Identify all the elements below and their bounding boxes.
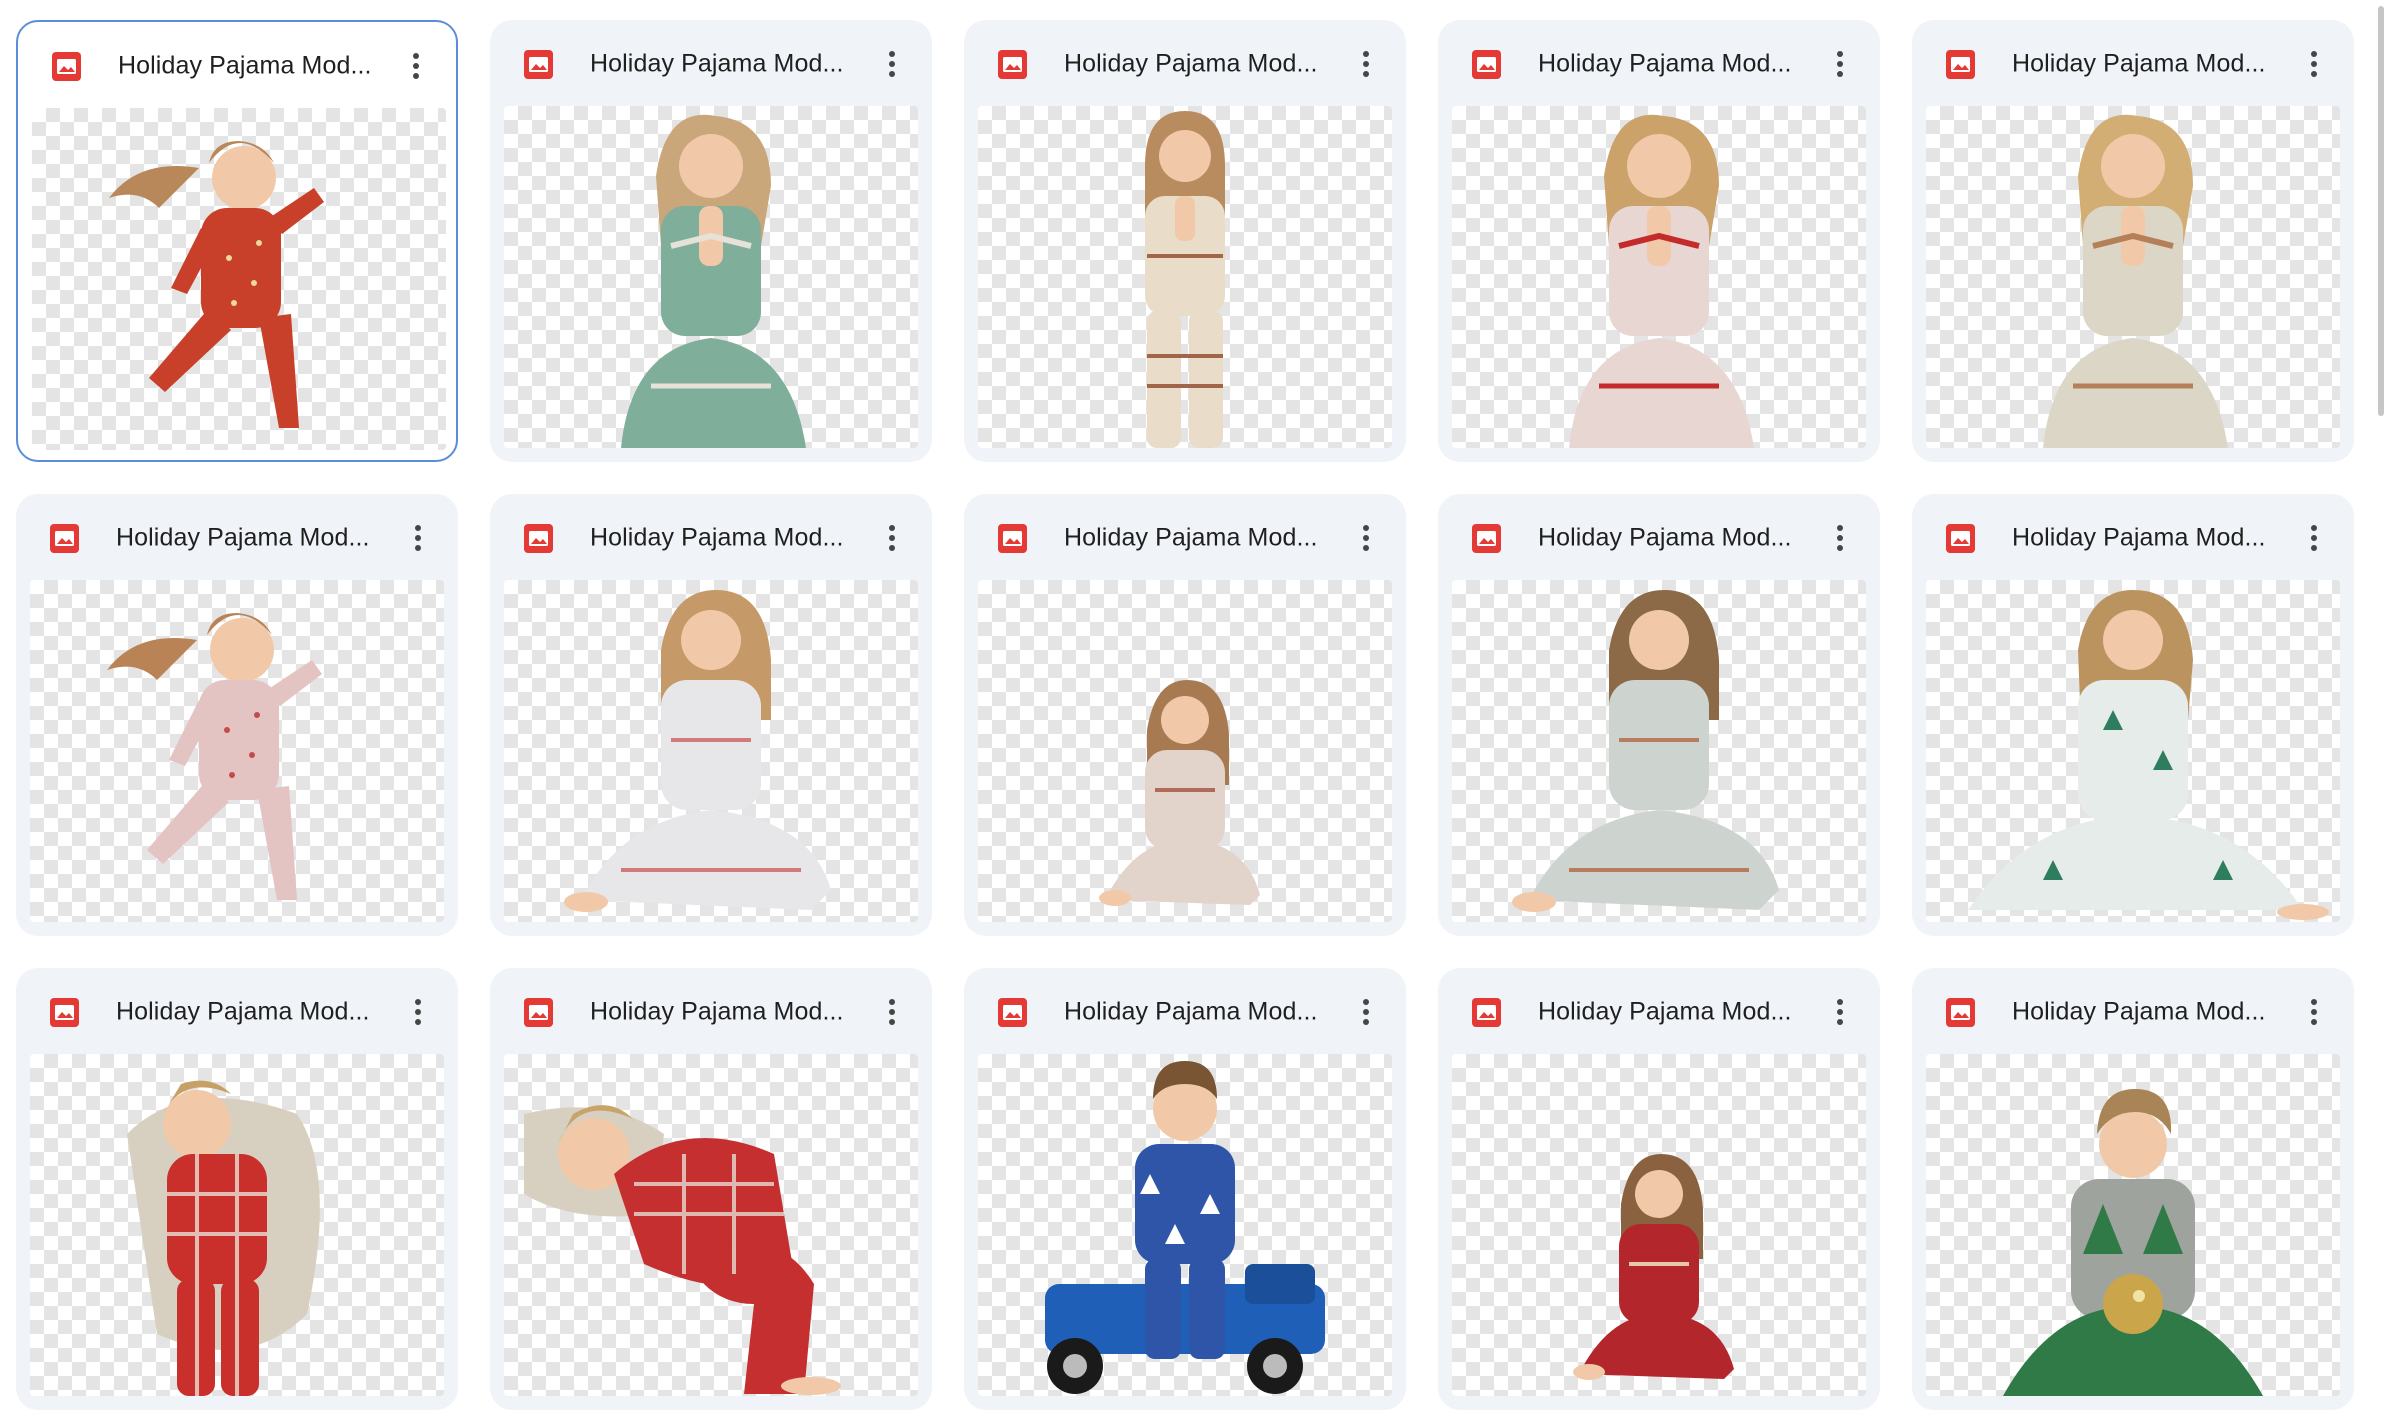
file-name: Holiday Pajama Mod... bbox=[116, 523, 370, 552]
file-name: Holiday Pajama Mod... bbox=[1064, 49, 1318, 78]
more-vert-icon[interactable] bbox=[870, 516, 914, 560]
image-thumbnail[interactable] bbox=[978, 580, 1392, 922]
more-vert-icon[interactable] bbox=[870, 42, 914, 86]
image-file-icon bbox=[998, 998, 1027, 1027]
file-card[interactable]: Holiday Pajama Mod... bbox=[490, 968, 932, 1410]
file-name: Holiday Pajama Mod... bbox=[590, 523, 844, 552]
image-thumbnail[interactable] bbox=[1452, 1054, 1866, 1396]
more-vert-icon[interactable] bbox=[1818, 990, 1862, 1034]
file-name: Holiday Pajama Mod... bbox=[1064, 523, 1318, 552]
more-vert-icon[interactable] bbox=[1818, 42, 1862, 86]
image-file-icon bbox=[524, 524, 553, 553]
file-card-header[interactable]: Holiday Pajama Mod... bbox=[490, 968, 932, 1054]
image-file-icon bbox=[50, 524, 79, 553]
file-card[interactable]: Holiday Pajama Mod... bbox=[490, 20, 932, 462]
file-card-header[interactable]: Holiday Pajama Mod... bbox=[1438, 494, 1880, 580]
file-name: Holiday Pajama Mod... bbox=[1538, 523, 1792, 552]
image-file-icon bbox=[1472, 50, 1501, 79]
file-name: Holiday Pajama Mod... bbox=[116, 997, 370, 1026]
file-name: Holiday Pajama Mod... bbox=[1538, 49, 1792, 78]
file-name: Holiday Pajama Mod... bbox=[2012, 49, 2266, 78]
file-card[interactable]: Holiday Pajama Mod... bbox=[1912, 494, 2354, 936]
image-file-icon bbox=[1946, 524, 1975, 553]
image-thumbnail[interactable] bbox=[1926, 1054, 2340, 1396]
image-thumbnail[interactable] bbox=[32, 108, 446, 450]
more-vert-icon[interactable] bbox=[396, 990, 440, 1034]
image-file-icon bbox=[52, 52, 81, 81]
file-name: Holiday Pajama Mod... bbox=[2012, 997, 2266, 1026]
file-card[interactable]: Holiday Pajama Mod... bbox=[1438, 494, 1880, 936]
more-vert-icon[interactable] bbox=[1344, 990, 1388, 1034]
file-card-header[interactable]: Holiday Pajama Mod... bbox=[1912, 968, 2354, 1054]
file-card-header[interactable]: Holiday Pajama Mod... bbox=[964, 494, 1406, 580]
file-card[interactable]: Holiday Pajama Mod... bbox=[1912, 20, 2354, 462]
image-file-icon bbox=[50, 998, 79, 1027]
file-card[interactable]: Holiday Pajama Mod... bbox=[964, 968, 1406, 1410]
vertical-scrollbar[interactable] bbox=[2374, 0, 2386, 1428]
file-card[interactable]: Holiday Pajama Mod... bbox=[1912, 968, 2354, 1410]
file-card-header[interactable]: Holiday Pajama Mod... bbox=[16, 494, 458, 580]
more-vert-icon[interactable] bbox=[394, 44, 438, 88]
file-card[interactable]: Holiday Pajama Mod... bbox=[490, 494, 932, 936]
image-file-icon bbox=[524, 50, 553, 79]
image-file-icon bbox=[998, 50, 1027, 79]
file-name: Holiday Pajama Mod... bbox=[2012, 523, 2266, 552]
more-vert-icon[interactable] bbox=[396, 516, 440, 560]
image-file-icon bbox=[1472, 524, 1501, 553]
file-card-header[interactable]: Holiday Pajama Mod... bbox=[1912, 20, 2354, 106]
image-thumbnail[interactable] bbox=[30, 580, 444, 922]
file-card-header[interactable]: Holiday Pajama Mod... bbox=[16, 968, 458, 1054]
image-thumbnail[interactable] bbox=[1926, 106, 2340, 448]
file-card-header[interactable]: Holiday Pajama Mod... bbox=[490, 494, 932, 580]
image-thumbnail[interactable] bbox=[978, 1054, 1392, 1396]
image-file-icon bbox=[1946, 50, 1975, 79]
image-thumbnail[interactable] bbox=[504, 580, 918, 922]
file-card[interactable]: Holiday Pajama Mod... bbox=[16, 968, 458, 1410]
more-vert-icon[interactable] bbox=[2292, 42, 2336, 86]
file-card-header[interactable]: Holiday Pajama Mod... bbox=[1912, 494, 2354, 580]
file-card-header[interactable]: Holiday Pajama Mod... bbox=[1438, 968, 1880, 1054]
file-card[interactable]: Holiday Pajama Mod... bbox=[964, 20, 1406, 462]
file-card[interactable]: Holiday Pajama Mod... bbox=[16, 20, 458, 462]
file-card[interactable]: Holiday Pajama Mod... bbox=[1438, 20, 1880, 462]
file-name: Holiday Pajama Mod... bbox=[590, 997, 844, 1026]
file-card[interactable]: Holiday Pajama Mod... bbox=[964, 494, 1406, 936]
file-card[interactable]: Holiday Pajama Mod... bbox=[1438, 968, 1880, 1410]
file-name: Holiday Pajama Mod... bbox=[1064, 997, 1318, 1026]
file-name: Holiday Pajama Mod... bbox=[118, 51, 372, 80]
file-grid: Holiday Pajama Mod... Holiday Pajama Mod… bbox=[0, 0, 2386, 1428]
image-file-icon bbox=[998, 524, 1027, 553]
file-card-header[interactable]: Holiday Pajama Mod... bbox=[964, 968, 1406, 1054]
file-card[interactable]: Holiday Pajama Mod... bbox=[16, 494, 458, 936]
more-vert-icon[interactable] bbox=[1344, 516, 1388, 560]
file-card-header[interactable]: Holiday Pajama Mod... bbox=[490, 20, 932, 106]
more-vert-icon[interactable] bbox=[2292, 516, 2336, 560]
file-name: Holiday Pajama Mod... bbox=[1538, 997, 1792, 1026]
file-name: Holiday Pajama Mod... bbox=[590, 49, 844, 78]
file-card-header[interactable]: Holiday Pajama Mod... bbox=[964, 20, 1406, 106]
more-vert-icon[interactable] bbox=[1818, 516, 1862, 560]
image-thumbnail[interactable] bbox=[504, 106, 918, 448]
image-thumbnail[interactable] bbox=[1926, 580, 2340, 922]
image-file-icon bbox=[524, 998, 553, 1027]
file-card-header[interactable]: Holiday Pajama Mod... bbox=[18, 22, 456, 108]
file-card-header[interactable]: Holiday Pajama Mod... bbox=[1438, 20, 1880, 106]
more-vert-icon[interactable] bbox=[1344, 42, 1388, 86]
scrollbar-thumb[interactable] bbox=[2378, 6, 2384, 416]
image-thumbnail[interactable] bbox=[1452, 106, 1866, 448]
image-thumbnail[interactable] bbox=[504, 1054, 918, 1396]
more-vert-icon[interactable] bbox=[2292, 990, 2336, 1034]
more-vert-icon[interactable] bbox=[870, 990, 914, 1034]
image-thumbnail[interactable] bbox=[1452, 580, 1866, 922]
image-file-icon bbox=[1946, 998, 1975, 1027]
image-file-icon bbox=[1472, 998, 1501, 1027]
image-thumbnail[interactable] bbox=[978, 106, 1392, 448]
image-thumbnail[interactable] bbox=[30, 1054, 444, 1396]
